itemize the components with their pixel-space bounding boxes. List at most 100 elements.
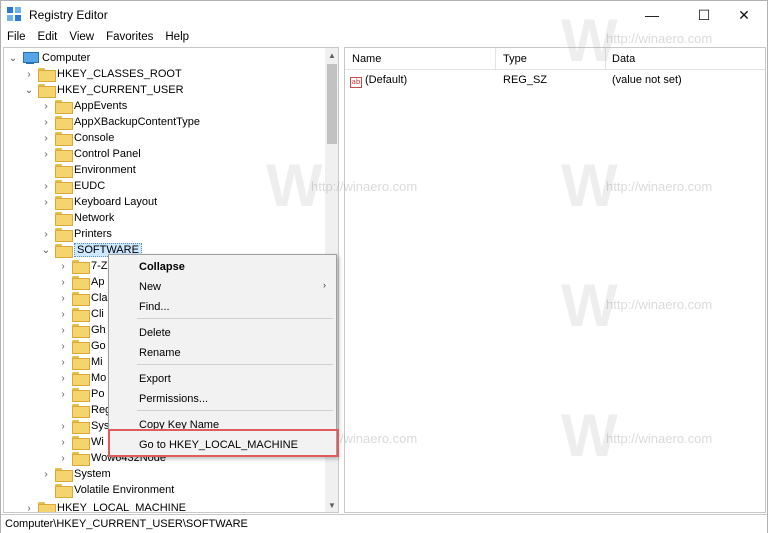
chevron-down-icon[interactable]: ⌄: [41, 242, 51, 258]
tree-item-environment[interactable]: Environment: [41, 162, 136, 178]
tree-item-network[interactable]: Network: [41, 210, 114, 226]
chevron-right-icon[interactable]: ›: [58, 370, 68, 386]
chevron-right-icon[interactable]: ›: [41, 194, 51, 210]
menu-view[interactable]: View: [63, 29, 100, 47]
tree-item-keyboard-layout[interactable]: › Keyboard Layout: [41, 194, 157, 210]
chevron-right-icon[interactable]: ›: [41, 114, 51, 130]
menu-item-delete[interactable]: Delete: [109, 323, 336, 343]
scroll-up-arrow-icon[interactable]: ▲: [325, 48, 338, 62]
folder-icon: [72, 276, 90, 290]
menu-separator: [137, 364, 333, 365]
tree-item-computer[interactable]: ⌄ Computer: [8, 50, 90, 66]
tree-item-po[interactable]: › Po: [58, 386, 104, 402]
tree-item-eudc[interactable]: › EUDC: [41, 178, 105, 194]
no-expander: [58, 402, 68, 418]
tree-item-label: Po: [91, 388, 105, 400]
chevron-right-icon[interactable]: ›: [24, 66, 34, 82]
chevron-right-icon[interactable]: ›: [41, 130, 51, 146]
tree-item-cla[interactable]: › Cla: [58, 290, 108, 306]
value-name: (Default): [365, 74, 408, 86]
values-list[interactable]: Name Type Data ab (Default) REG_SZ (value…: [344, 47, 766, 513]
tree-item-control-panel[interactable]: › Control Panel: [41, 146, 141, 162]
tree-item-mi[interactable]: › Mi: [58, 354, 103, 370]
column-header-name[interactable]: Name: [352, 53, 381, 65]
chevron-right-icon[interactable]: ›: [41, 466, 51, 482]
tree-item-label: 7-Z: [91, 260, 108, 272]
tree-item-appxbackup[interactable]: › AppXBackupContentType: [41, 114, 200, 130]
tree-item-label: EUDC: [74, 180, 106, 192]
folder-icon: [72, 404, 90, 418]
tree-item-label: Computer: [42, 52, 91, 64]
chevron-down-icon[interactable]: ⌄: [24, 82, 34, 98]
tree-item-volatile-env[interactable]: Volatile Environment: [41, 482, 174, 498]
tree-item-mo[interactable]: › Mo: [58, 370, 106, 386]
column-header-type[interactable]: Type: [503, 53, 527, 65]
tree-item-gh[interactable]: › Gh: [58, 322, 106, 338]
chevron-right-icon[interactable]: ›: [58, 338, 68, 354]
chevron-right-icon[interactable]: ›: [41, 178, 51, 194]
tree-item-reg[interactable]: Reg: [58, 402, 111, 418]
menu-file[interactable]: File: [1, 29, 32, 47]
tree-item-ap[interactable]: › Ap: [58, 274, 104, 290]
chevron-right-icon[interactable]: ›: [58, 450, 68, 466]
menu-help[interactable]: Help: [159, 29, 195, 47]
chevron-right-icon[interactable]: ›: [58, 434, 68, 450]
column-divider[interactable]: [495, 48, 496, 70]
chevron-right-icon[interactable]: ›: [41, 226, 51, 242]
menu-bar: File Edit View Favorites Help: [1, 29, 767, 47]
tree-item-cli[interactable]: › Cli: [58, 306, 104, 322]
folder-icon: [55, 100, 73, 114]
chevron-right-icon[interactable]: ›: [58, 258, 68, 274]
tree-item-system[interactable]: › System: [41, 466, 111, 482]
chevron-down-icon[interactable]: ⌄: [8, 50, 18, 66]
tree-item-7zip[interactable]: › 7-Z: [58, 258, 108, 274]
tree-item-printers[interactable]: › Printers: [41, 226, 112, 242]
tree-item-hklm[interactable]: › HKEY_LOCAL_MACHINE: [24, 500, 186, 513]
tree-item-label: Control Panel: [74, 148, 141, 160]
menu-item-new[interactable]: New ›: [109, 277, 336, 297]
chevron-right-icon[interactable]: ›: [58, 386, 68, 402]
folder-icon: [72, 356, 90, 370]
menu-item-collapse[interactable]: Collapse: [109, 257, 336, 277]
scroll-down-arrow-icon[interactable]: ▼: [325, 498, 338, 512]
menu-item-permissions[interactable]: Permissions...: [109, 389, 336, 409]
chevron-right-icon[interactable]: ›: [58, 290, 68, 306]
menu-item-export[interactable]: Export: [109, 369, 336, 389]
value-row[interactable]: ab (Default) REG_SZ (value not set): [345, 72, 765, 88]
tree-item-console[interactable]: › Console: [41, 130, 114, 146]
tree-item-appevents[interactable]: › AppEvents: [41, 98, 127, 114]
chevron-right-icon[interactable]: ›: [58, 274, 68, 290]
menu-separator: [137, 410, 333, 411]
computer-icon: [22, 52, 39, 64]
window-title: Registry Editor: [29, 8, 108, 22]
menu-edit[interactable]: Edit: [32, 29, 64, 47]
registry-editor-window: Registry Editor — ☐ ✕ File Edit View Fav…: [0, 0, 768, 533]
chevron-right-icon[interactable]: ›: [58, 322, 68, 338]
tree-item-hkcr[interactable]: › HKEY_CLASSES_ROOT: [24, 66, 182, 82]
tree-item-wi[interactable]: › Wi: [58, 434, 104, 450]
no-expander: [41, 162, 51, 178]
column-divider[interactable]: [605, 48, 606, 70]
column-header-data[interactable]: Data: [612, 53, 635, 65]
folder-icon: [55, 116, 73, 130]
chevron-right-icon[interactable]: ›: [58, 354, 68, 370]
close-button[interactable]: ✕: [721, 1, 767, 29]
minimize-button[interactable]: —: [629, 1, 675, 29]
menu-item-rename[interactable]: Rename: [109, 343, 336, 363]
tree-item-go[interactable]: › Go: [58, 338, 106, 354]
tree-item-hkcu[interactable]: ⌄ HKEY_CURRENT_USER: [24, 82, 184, 98]
menu-favorites[interactable]: Favorites: [100, 29, 159, 47]
chevron-right-icon[interactable]: ›: [58, 306, 68, 322]
context-menu: Collapse New › Find... Delete Rename Exp…: [108, 254, 337, 457]
tree-item-label: Gh: [91, 324, 106, 336]
chevron-right-icon[interactable]: ›: [41, 146, 51, 162]
folder-icon: [55, 196, 73, 210]
chevron-right-icon[interactable]: ›: [58, 418, 68, 434]
tree-item-sys[interactable]: › Sys: [58, 418, 109, 434]
scrollbar-thumb[interactable]: [327, 64, 337, 144]
chevron-right-icon[interactable]: ›: [41, 98, 51, 114]
tree-item-label: Ap: [91, 276, 105, 288]
folder-icon: [55, 212, 73, 226]
menu-item-find[interactable]: Find...: [109, 297, 336, 317]
chevron-right-icon[interactable]: ›: [24, 500, 34, 513]
